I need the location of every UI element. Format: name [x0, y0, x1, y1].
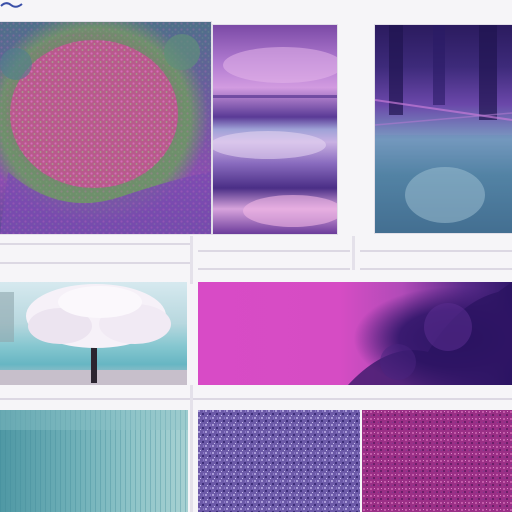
separator-line [360, 268, 512, 270]
blossom-tree-image [0, 282, 187, 385]
magenta-noise-image [362, 410, 512, 512]
purple-sky-art [213, 47, 337, 227]
separator-line [352, 236, 355, 270]
flower-field-image [0, 22, 211, 234]
flooded-interior-art [375, 25, 512, 233]
separator-line [190, 385, 193, 512]
separator-line [198, 250, 350, 252]
pink-abstract-image [198, 282, 512, 385]
blossom-tree-art [0, 284, 187, 385]
teal-texture-art [0, 410, 188, 512]
purple-sky-image [213, 25, 337, 234]
flooded-interior-image [375, 25, 512, 233]
photo-collage [0, 0, 512, 512]
teal-texture-image [0, 410, 188, 512]
violet-noise-art [198, 410, 360, 512]
separator-line [360, 250, 512, 252]
separator-line [0, 262, 190, 264]
flower-field-art [0, 22, 211, 234]
corner-mark-icon [0, 2, 23, 8]
pink-abstract-art [348, 282, 512, 385]
separator-line [190, 236, 193, 284]
separator-line [0, 243, 190, 245]
violet-noise-image [198, 410, 360, 512]
magenta-noise-art [362, 410, 512, 512]
separator-line [0, 398, 512, 400]
separator-line [198, 268, 350, 270]
